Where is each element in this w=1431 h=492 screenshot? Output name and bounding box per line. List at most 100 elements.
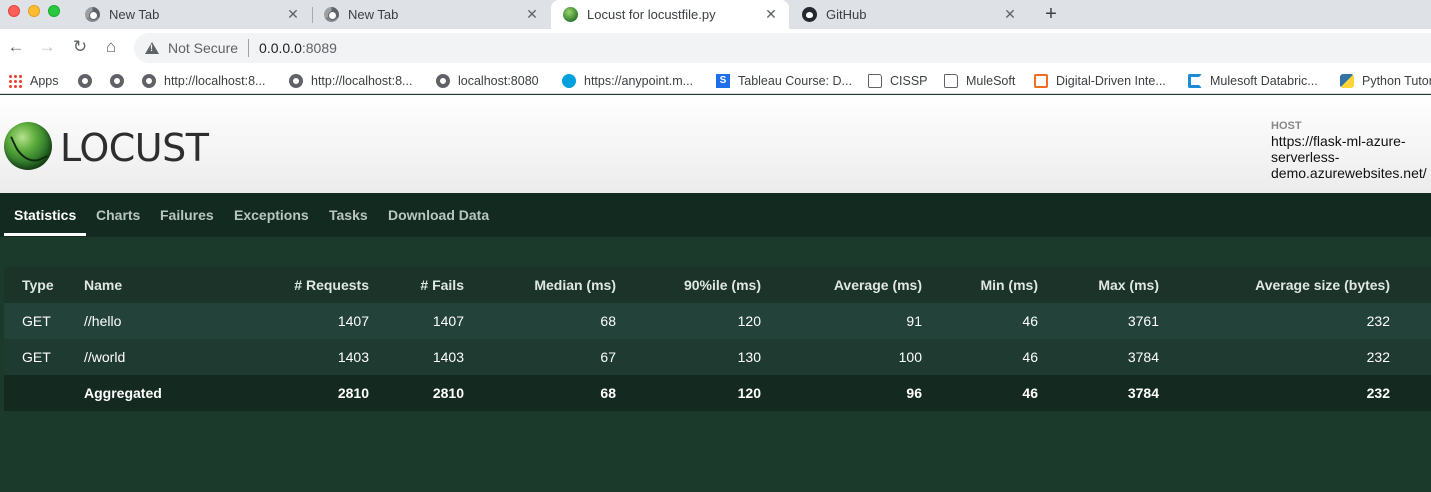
table-cell: 91 xyxy=(906,313,922,329)
tab-tasks[interactable]: Tasks xyxy=(329,207,368,223)
tab-exceptions[interactable]: Exceptions xyxy=(234,207,309,223)
locust-icon xyxy=(563,7,578,22)
folder-icon xyxy=(868,73,882,88)
bookmark-item[interactable]: localhost:8080 xyxy=(436,72,539,89)
close-tab-icon[interactable]: ✕ xyxy=(285,6,301,23)
table-cell: Aggregated xyxy=(84,385,162,401)
tab-statistics[interactable]: Statistics xyxy=(14,207,76,223)
address-bar[interactable]: Not Secure 0.0.0.0:8089 xyxy=(134,33,1431,63)
active-tab-indicator xyxy=(4,233,86,236)
maximize-window-button[interactable] xyxy=(48,5,60,17)
browser-tab[interactable]: GitHub ✕ xyxy=(790,0,1028,29)
table-cell: 1407 xyxy=(432,313,464,329)
aggregated-row: Aggregated 2810 2810 68 120 96 46 3784 2… xyxy=(4,375,1431,411)
column-header[interactable]: Min (ms) xyxy=(922,267,1038,303)
table-cell: 46 xyxy=(1022,349,1038,365)
bookmark-folder[interactable]: CISSP xyxy=(868,72,928,89)
column-header[interactable]: Max (ms) xyxy=(1038,267,1159,303)
table-row: GET //hello 1407 1407 68 120 91 46 3761 … xyxy=(4,303,1431,339)
bookmark-folder[interactable]: MuleSoft xyxy=(944,72,1015,89)
browser-tab-strip: New Tab ✕ New Tab ✕ Locust for locustfil… xyxy=(0,0,1431,29)
folder-icon xyxy=(944,73,958,88)
tab-title: New Tab xyxy=(109,7,160,22)
table-cell: 46 xyxy=(1022,313,1038,329)
chrome-icon xyxy=(85,7,100,22)
bookmark-item[interactable]: Mulesoft Databric... xyxy=(1188,72,1318,89)
bookmark-label: Digital-Driven Inte... xyxy=(1056,73,1166,88)
bookmark-item[interactable]: Python Tutori xyxy=(1340,72,1431,89)
browser-toolbar: ← → ↻ ⌂ Not Secure 0.0.0.0:8089 xyxy=(0,29,1431,67)
column-header[interactable]: Median (ms) xyxy=(464,267,616,303)
table-cell: //world xyxy=(84,349,126,365)
mulesoft-databricks-icon xyxy=(1188,73,1202,88)
close-tab-icon[interactable]: ✕ xyxy=(1002,6,1018,23)
globe-icon xyxy=(142,73,156,88)
table-cell: 100 xyxy=(898,349,922,365)
statistics-table: Type Name # Requests # Fails Median (ms)… xyxy=(4,267,1431,411)
bookmark-label: Tableau Course: D... xyxy=(738,73,852,88)
bookmark-item[interactable]: http://localhost:8... xyxy=(289,72,412,89)
table-cell: 68 xyxy=(600,313,616,329)
column-header[interactable]: Type xyxy=(4,267,84,303)
host-label: HOST xyxy=(1271,120,1302,132)
table-cell: 2810 xyxy=(337,385,369,401)
column-spacer xyxy=(1390,267,1431,303)
reload-icon[interactable]: ↻ xyxy=(69,37,91,57)
table-cell: //hello xyxy=(84,313,122,329)
table-cell: 1403 xyxy=(432,349,464,365)
browser-tab[interactable]: New Tab ✕ xyxy=(73,0,311,29)
globe-icon xyxy=(110,73,124,88)
table-cell: 3761 xyxy=(1127,313,1159,329)
column-header[interactable]: Average size (bytes) xyxy=(1159,267,1390,303)
table-cell: 67 xyxy=(600,349,616,365)
apps-grid-icon xyxy=(8,73,22,88)
bookmark-item[interactable]: S Tableau Course: D... xyxy=(716,72,852,89)
bookmark-label: http://localhost:8... xyxy=(164,73,266,88)
table-row: GET //world 1403 1403 67 130 100 46 3784… xyxy=(4,339,1431,375)
table-cell: 3784 xyxy=(1127,385,1159,401)
bookmark-item[interactable]: http://localhost:8... xyxy=(142,72,265,89)
github-icon xyxy=(802,7,817,22)
bookmark-item[interactable] xyxy=(110,72,132,89)
security-label: Not Secure xyxy=(168,40,239,56)
forward-arrow-icon[interactable]: → xyxy=(36,37,58,57)
column-header[interactable]: # Requests xyxy=(214,267,369,303)
browser-tab-active[interactable]: Locust for locustfile.py ✕ xyxy=(551,0,789,29)
minimize-window-button[interactable] xyxy=(28,5,40,17)
table-cell: 120 xyxy=(737,313,761,329)
bookmark-item[interactable]: https://anypoint.m... xyxy=(562,72,693,89)
table-cell: 1407 xyxy=(337,313,369,329)
tab-failures[interactable]: Failures xyxy=(160,207,214,223)
new-tab-button[interactable]: + xyxy=(1040,3,1062,26)
locust-header: LOCUST HOST https://flask-ml-azure-serve… xyxy=(0,95,1431,193)
close-tab-icon[interactable]: ✕ xyxy=(524,6,540,23)
close-window-button[interactable] xyxy=(8,5,20,17)
address-divider xyxy=(248,39,250,57)
table-cell-spacer xyxy=(1390,303,1431,339)
back-arrow-icon[interactable]: ← xyxy=(5,37,27,57)
column-header[interactable]: Name xyxy=(84,267,214,303)
bookmark-label: http://localhost:8... xyxy=(311,73,413,88)
browser-tab[interactable]: New Tab ✕ xyxy=(312,0,550,29)
table-cell: 96 xyxy=(906,385,922,401)
bookmark-item[interactable] xyxy=(78,72,100,89)
tab-download-data[interactable]: Download Data xyxy=(388,207,489,223)
home-icon[interactable]: ⌂ xyxy=(100,37,122,57)
bookmark-label: MuleSoft xyxy=(966,73,1016,88)
bookmark-label: CISSP xyxy=(890,73,928,88)
chrome-icon xyxy=(324,7,339,22)
close-tab-icon[interactable]: ✕ xyxy=(763,6,779,23)
bookmarks-bar: Apps http://localhost:8... http://localh… xyxy=(0,67,1431,94)
bookmark-apps[interactable]: Apps xyxy=(8,72,59,89)
table-cell: 130 xyxy=(737,349,761,365)
tab-charts[interactable]: Charts xyxy=(96,207,140,223)
bookmark-label: https://anypoint.m... xyxy=(584,73,694,88)
tab-title: New Tab xyxy=(348,7,399,22)
column-header[interactable]: # Fails xyxy=(369,267,464,303)
column-header[interactable]: 90%ile (ms) xyxy=(616,267,761,303)
bookmark-item[interactable]: Digital-Driven Inte... xyxy=(1034,72,1166,89)
column-header[interactable]: Average (ms) xyxy=(761,267,922,303)
statistics-panel: Type Name # Requests # Fails Median (ms)… xyxy=(4,267,1431,411)
table-cell: 232 xyxy=(1366,349,1390,365)
bookmark-label: Apps xyxy=(30,73,59,88)
